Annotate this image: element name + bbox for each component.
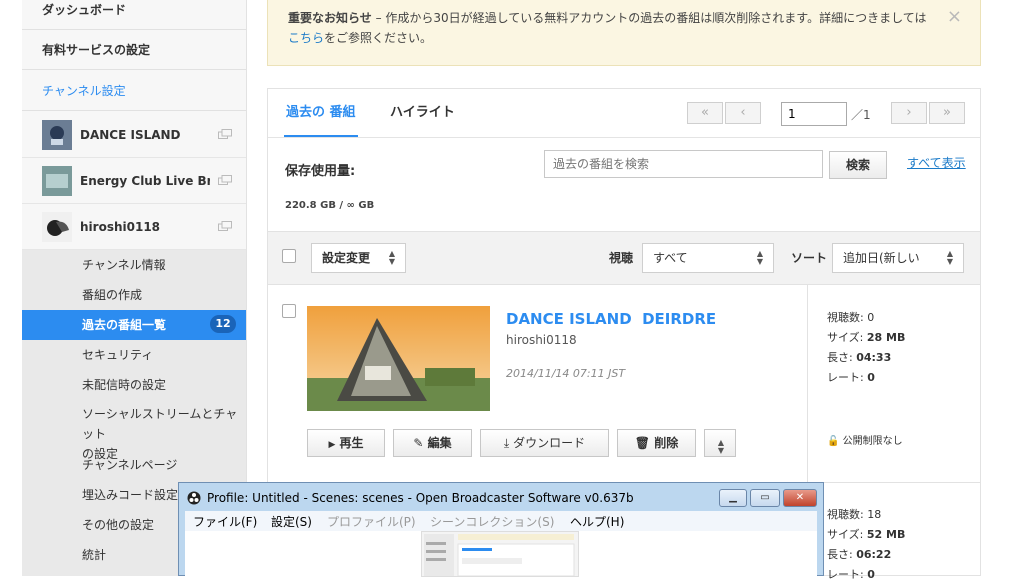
channel-name: hiroshi0118	[80, 220, 161, 234]
trash-icon: 🗑	[634, 436, 651, 450]
channel-item-dance-island[interactable]: DANCE ISLAND	[22, 112, 246, 158]
count-badge: 12	[210, 315, 236, 333]
submenu-label: ソーシャルストリームとチャット	[82, 407, 238, 441]
maximize-icon: ▭	[760, 492, 770, 503]
video-stats: 視聴数: 18 サイズ: 52 MB 長さ: 06:22 レート: 0	[827, 508, 906, 581]
video-thumbnail[interactable]	[307, 306, 490, 411]
edit-button[interactable]: ✎ 編集	[393, 429, 472, 457]
view-filter-label: 視聴	[609, 251, 634, 265]
list-toolbar: 設定変更 ▲ ▼ 視聴 すべて ▲ ▼ ソート 追加日(新しい ▲ ▼	[268, 231, 980, 285]
pager-last-button[interactable]: »	[929, 102, 965, 124]
submenu-channel-page[interactable]: チャンネルページ	[22, 450, 246, 480]
submenu-social-stream[interactable]: ソーシャルストリームとチャット の設定	[22, 404, 246, 461]
sort-select[interactable]: 追加日(新しい ▲ ▼	[832, 243, 964, 273]
submenu-offline-settings[interactable]: 未配信時の設定	[22, 370, 246, 400]
channel-avatar	[42, 212, 72, 242]
notice-heading: 重要なお知らせ	[288, 11, 372, 25]
updown-arrows-icon: ▲ ▼	[756, 249, 763, 266]
close-icon[interactable]: ×	[947, 6, 962, 27]
nav-paid-services[interactable]: 有料サービスの設定	[22, 30, 246, 70]
privacy-status[interactable]: 🔓 公開制限なし	[827, 432, 903, 447]
close-icon: ✕	[795, 492, 805, 503]
menu-scene-collection[interactable]: シーンコレクション(S)	[430, 513, 554, 530]
channel-item-energy-club[interactable]: Energy Club Live Broa	[22, 158, 246, 204]
delete-button[interactable]: 🗑 削除	[617, 429, 696, 457]
submenu-label: 過去の番組一覧	[82, 318, 167, 332]
obs-window[interactable]: Profile: Untitled - Scenes: scenes - Ope…	[178, 482, 824, 577]
search-button[interactable]: 検索	[829, 151, 887, 179]
channel-name: DANCE ISLAND	[80, 128, 181, 142]
tab-divider	[268, 137, 980, 138]
channel-thumbnail	[42, 166, 72, 196]
row-divider	[807, 284, 808, 482]
pager-next-button[interactable]: ›	[891, 102, 927, 124]
menu-help[interactable]: ヘルプ(H)	[570, 513, 624, 530]
unlock-icon: 🔓	[827, 436, 840, 447]
menu-profile[interactable]: プロファイル(P)	[327, 513, 416, 530]
play-button[interactable]: ▶ 再生	[307, 429, 385, 457]
minimize-icon: ▁	[729, 492, 737, 503]
download-button[interactable]: ⤓ ダウンロード	[480, 429, 609, 457]
video-row: DANCE ISLAND DEIRDRE hiroshi0118 2014/11…	[268, 284, 980, 483]
obs-menu-bar: ファイル(F) 設定(S) プロファイル(P) シーンコレクション(S) ヘルプ…	[185, 511, 817, 532]
submenu-security[interactable]: セキュリティ	[22, 340, 246, 370]
submenu-channel-info[interactable]: チャンネル情報	[22, 250, 246, 280]
video-date: 2014/11/14 07:11 JST	[506, 367, 626, 380]
tab-highlights[interactable]: ハイライト	[390, 89, 455, 137]
storage-label: 保存使用量:	[285, 164, 356, 179]
show-all-link[interactable]: すべて表示	[907, 154, 966, 171]
view-filter-select[interactable]: すべて ▲ ▼	[642, 243, 774, 273]
sort-label: ソート	[791, 251, 828, 265]
updown-arrows-icon: ▲ ▼	[946, 249, 953, 266]
notice-text: 重要なお知らせ – 作成から30日が経過している無料アカウントの過去の番組は順次…	[288, 11, 927, 45]
submenu-create-show[interactable]: 番組の作成	[22, 280, 246, 310]
channel-name: Energy Club Live Broa	[80, 174, 210, 188]
minimize-button[interactable]: ▁	[719, 489, 747, 507]
close-button[interactable]: ✕	[783, 489, 817, 507]
channel-thumbnail	[42, 120, 72, 150]
popout-icon[interactable]	[218, 221, 232, 231]
menu-settings[interactable]: 設定(S)	[271, 513, 312, 530]
row-checkbox[interactable]	[282, 304, 296, 318]
more-actions-button[interactable]: ▲ ▼	[704, 429, 736, 457]
tab-past-shows[interactable]: 過去の 番組	[284, 89, 358, 137]
popout-icon[interactable]	[218, 129, 232, 139]
search-input[interactable]	[544, 150, 823, 178]
notice-link[interactable]: こちら	[288, 31, 324, 45]
popout-icon[interactable]	[218, 175, 232, 185]
obs-preview-screen	[421, 531, 579, 577]
page-total: ／1	[851, 108, 871, 122]
obs-preview-area	[185, 531, 817, 577]
pager-prev-button[interactable]: ‹	[725, 102, 761, 124]
nav-dashboard[interactable]: ダッシュボード	[22, 0, 246, 30]
maximize-button[interactable]: ▭	[750, 489, 780, 507]
video-title-link[interactable]: DANCE ISLAND DEIRDRE	[506, 310, 716, 328]
page-number-input[interactable]	[781, 102, 847, 126]
updown-arrows-icon: ▲ ▼	[717, 438, 724, 455]
play-icon: ▶	[328, 440, 336, 450]
select-all-checkbox[interactable]	[282, 249, 296, 263]
video-owner: hiroshi0118	[506, 333, 577, 347]
nav-channel-settings[interactable]: チャンネル設定	[22, 71, 246, 111]
obs-window-title: Profile: Untitled - Scenes: scenes - Ope…	[207, 491, 634, 505]
pager-first-button[interactable]: «	[687, 102, 723, 124]
submenu-past-shows[interactable]: 過去の番組一覧 12	[22, 310, 246, 340]
obs-logo-icon	[187, 491, 201, 505]
channel-item-hiroshi[interactable]: hiroshi0118	[22, 204, 246, 250]
video-stats: 視聴数: 0 サイズ: 28 MB 長さ: 04:33 レート: 0	[827, 311, 906, 384]
menu-file[interactable]: ファイル(F)	[193, 513, 257, 530]
wrench-icon: ✎	[413, 436, 424, 450]
notice-banner: 重要なお知らせ – 作成から30日が経過している無料アカウントの過去の番組は順次…	[267, 0, 981, 66]
download-icon: ⤓	[503, 436, 510, 450]
storage-value: 220.8 GB / ∞ GB	[285, 200, 375, 211]
bulk-change-select[interactable]: 設定変更 ▲ ▼	[311, 243, 406, 273]
updown-arrows-icon: ▲ ▼	[388, 249, 395, 266]
